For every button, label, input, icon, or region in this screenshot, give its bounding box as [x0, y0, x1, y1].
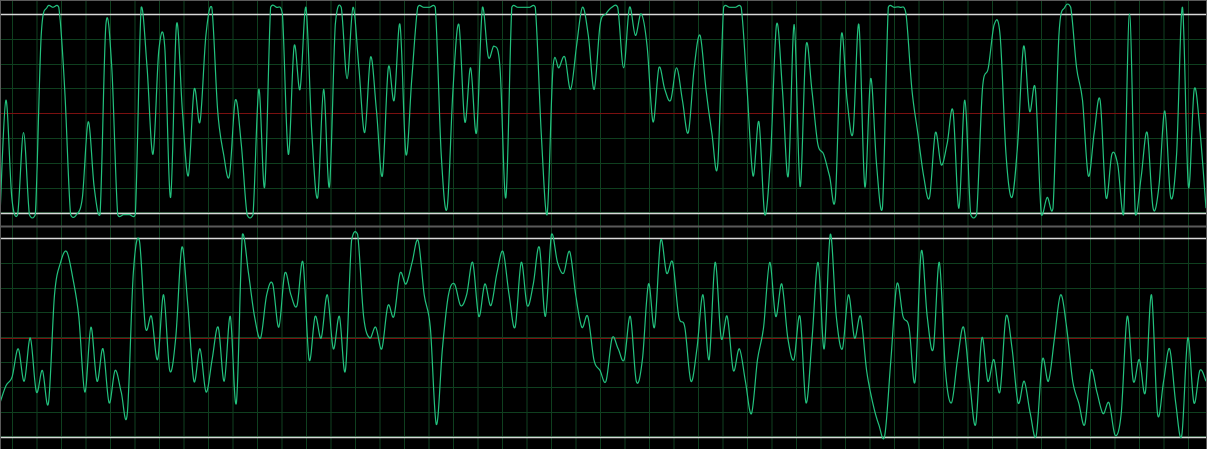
oscilloscope-display: [0, 0, 1207, 449]
